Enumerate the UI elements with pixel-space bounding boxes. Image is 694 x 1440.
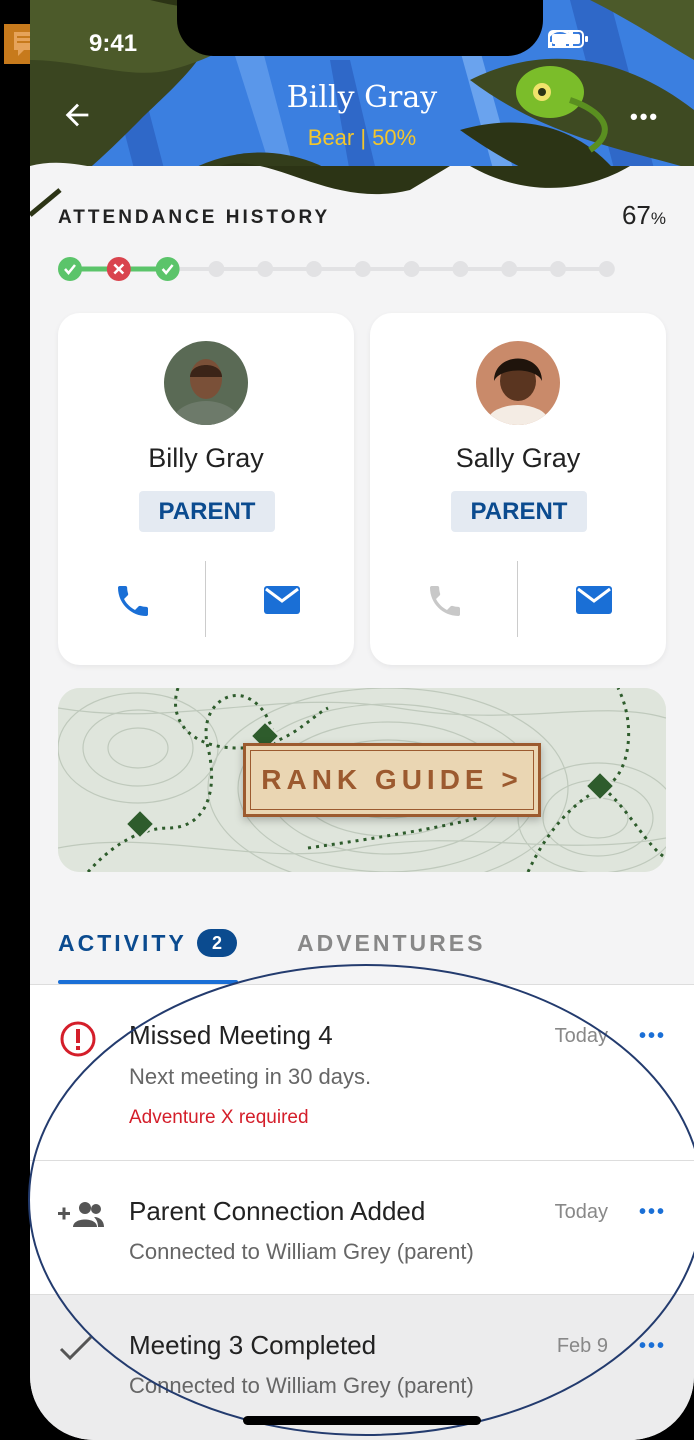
active-tab-indicator [58, 980, 238, 984]
phone-screen: 9:41 Billy Gray Bear | 50% ••• ATTENDANC… [30, 0, 694, 1440]
check-icon [58, 1333, 94, 1368]
contact-name: Billy Gray [148, 443, 264, 473]
contact-name: Sally Gray [455, 443, 581, 473]
attendance-dot-none [501, 261, 518, 277]
divider [205, 561, 206, 637]
mail-icon[interactable] [263, 583, 301, 622]
tab-activity[interactable]: ACTIVITY [58, 930, 187, 957]
attendance-tracker [58, 257, 615, 281]
activity-date: Today [554, 1201, 608, 1223]
activity-subtitle: Connected to William Grey (parent) [129, 1373, 474, 1398]
rank-guide-banner[interactable]: RANK GUIDE > [58, 688, 666, 872]
page-subtitle: Bear | 50% [307, 125, 417, 150]
role-badge: PARENT [451, 491, 587, 532]
tab-bar: ACTIVITY 2 ADVENTURES [30, 900, 694, 985]
rank-guide-label: RANK GUIDE > [250, 750, 534, 810]
attendance-dot-none [306, 261, 322, 277]
more-icon[interactable]: ••• [639, 1025, 666, 1048]
activity-title: Missed Meeting 4 [129, 1020, 333, 1050]
attendance-dot-none [257, 261, 274, 277]
more-options-icon[interactable]: ••• [630, 104, 659, 130]
contact-card-billy[interactable]: Billy Gray PARENT [58, 313, 354, 665]
alert-icon [58, 1019, 98, 1064]
attendance-dot-none [403, 261, 420, 277]
activity-date: Feb 9 [556, 1335, 608, 1357]
attendance-dot-attended [58, 257, 82, 281]
activity-title: Meeting 3 Completed [129, 1330, 377, 1360]
avatar [164, 341, 248, 425]
attendance-dot-none [550, 261, 566, 277]
activity-title: Parent Connection Added [129, 1196, 426, 1226]
tab-adventures[interactable]: ADVENTURES [297, 930, 485, 957]
list-item[interactable]: Parent Connection Added Connected to Wil… [30, 1161, 694, 1295]
attendance-percent: 67% [621, 200, 666, 230]
attendance-dot-none [354, 261, 371, 277]
role-badge: PARENT [139, 491, 275, 532]
home-indicator [243, 1416, 481, 1425]
jungle-header: 9:41 Billy Gray Bear | 50% ••• [30, 0, 694, 230]
more-icon[interactable]: ••• [639, 1201, 666, 1224]
more-icon[interactable]: ••• [639, 1335, 666, 1358]
list-item[interactable]: Missed Meeting 4 Next meeting in 30 days… [30, 985, 694, 1161]
mail-icon[interactable] [575, 583, 613, 622]
contact-card-sally[interactable]: Sally Gray PARENT [370, 313, 666, 665]
phone-icon[interactable] [113, 581, 153, 626]
attendance-label: ATTENDANCE HISTORY [58, 207, 331, 228]
activity-count-badge: 2 [197, 929, 237, 957]
device-notch [177, 0, 543, 56]
activity-subtitle: Next meeting in 30 days. [129, 1064, 372, 1089]
page-title: Billy Gray [286, 80, 438, 115]
activity-date: Today [554, 1025, 608, 1047]
rank-guide-button[interactable]: RANK GUIDE > [243, 743, 541, 817]
divider [517, 561, 518, 637]
status-time: 9:41 [89, 30, 138, 57]
add-people-icon [58, 1199, 104, 1234]
activity-warning: Adventure X required [129, 1107, 309, 1128]
attendance-dot-none [208, 261, 225, 277]
activity-subtitle: Connected to William Grey (parent) [129, 1239, 474, 1264]
attendance-dot-attended [155, 257, 180, 281]
attendance-dot-none [452, 261, 469, 277]
phone-icon-disabled[interactable] [425, 581, 465, 626]
attendance-dot-none [598, 261, 615, 277]
avatar [476, 341, 560, 425]
